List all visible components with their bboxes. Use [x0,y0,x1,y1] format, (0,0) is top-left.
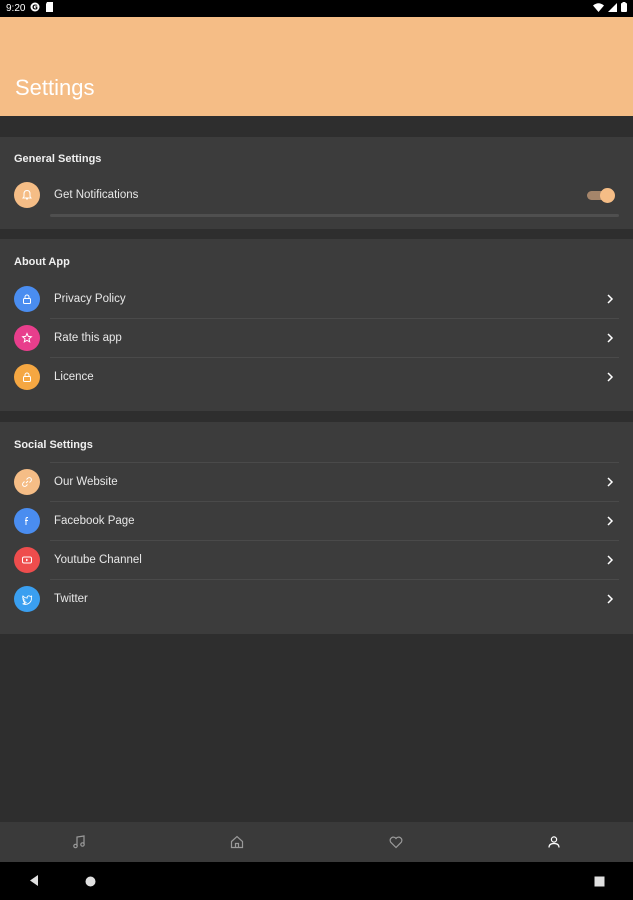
youtube-icon [14,547,40,573]
home-circle-icon[interactable] [85,876,96,887]
toggle-thumb [600,188,615,203]
chevron-right-icon [607,333,614,343]
profile-icon [548,836,560,848]
facebook-label: Facebook Page [54,515,135,527]
section-title-general: General Settings [14,153,102,165]
about-app-section: About App Privacy Policy Rate this app L… [0,239,633,411]
settings-row-twitter[interactable]: Twitter [0,580,633,619]
chevron-right-icon [607,594,614,604]
status-bar: 9:20 G [0,0,633,17]
system-navigation-bar [0,862,633,900]
sd-card-icon [45,2,54,15]
facebook-icon [14,508,40,534]
nav-music[interactable] [0,822,158,862]
app-icon: G [30,2,40,15]
settings-row-notifications[interactable]: Get Notifications [0,176,633,215]
music-icon [73,835,85,849]
nav-home[interactable] [158,822,316,862]
settings-row-website[interactable]: Our Website [0,463,633,502]
twitter-icon [14,586,40,612]
twitter-label: Twitter [54,593,88,605]
battery-icon [621,2,627,15]
lock-icon [14,286,40,312]
chevron-right-icon [607,477,614,487]
youtube-label: Youtube Channel [54,554,142,566]
status-time: 9:20 [6,3,26,14]
link-icon [14,469,40,495]
signal-icon [608,2,617,15]
settings-row-rate-app[interactable]: Rate this app [0,319,633,358]
recents-icon[interactable] [594,876,605,887]
notifications-label: Get Notifications [54,189,139,201]
wifi-icon [593,2,604,15]
social-settings-section: Social Settings Our Website Facebook Pag… [0,422,633,634]
chevron-right-icon [607,516,614,526]
back-icon[interactable] [28,874,40,887]
bell-icon [14,182,40,208]
settings-row-privacy-policy[interactable]: Privacy Policy [0,280,633,319]
star-icon [14,325,40,351]
settings-row-licence[interactable]: Licence [0,358,633,397]
chevron-right-icon [607,555,614,565]
rate-app-label: Rate this app [54,332,122,344]
section-title-social: Social Settings [14,439,93,451]
app-header: Settings [0,17,633,116]
settings-row-facebook[interactable]: Facebook Page [0,502,633,541]
home-icon [231,835,244,849]
website-label: Our Website [54,476,118,488]
page-title: Settings [15,75,95,100]
nav-profile[interactable] [475,822,633,862]
divider [50,214,619,217]
nav-favorites[interactable] [317,822,475,862]
bottom-navigation [0,822,633,862]
heart-icon [389,836,403,849]
notifications-toggle[interactable] [587,188,615,203]
chevron-right-icon [607,372,614,382]
svg-text:G: G [33,4,39,12]
settings-row-youtube[interactable]: Youtube Channel [0,541,633,580]
lock-icon [14,364,40,390]
licence-label: Licence [54,371,94,383]
section-title-about: About App [14,256,70,268]
general-settings-section: General Settings Get Notifications [0,137,633,229]
privacy-policy-label: Privacy Policy [54,293,126,305]
chevron-right-icon [607,294,614,304]
